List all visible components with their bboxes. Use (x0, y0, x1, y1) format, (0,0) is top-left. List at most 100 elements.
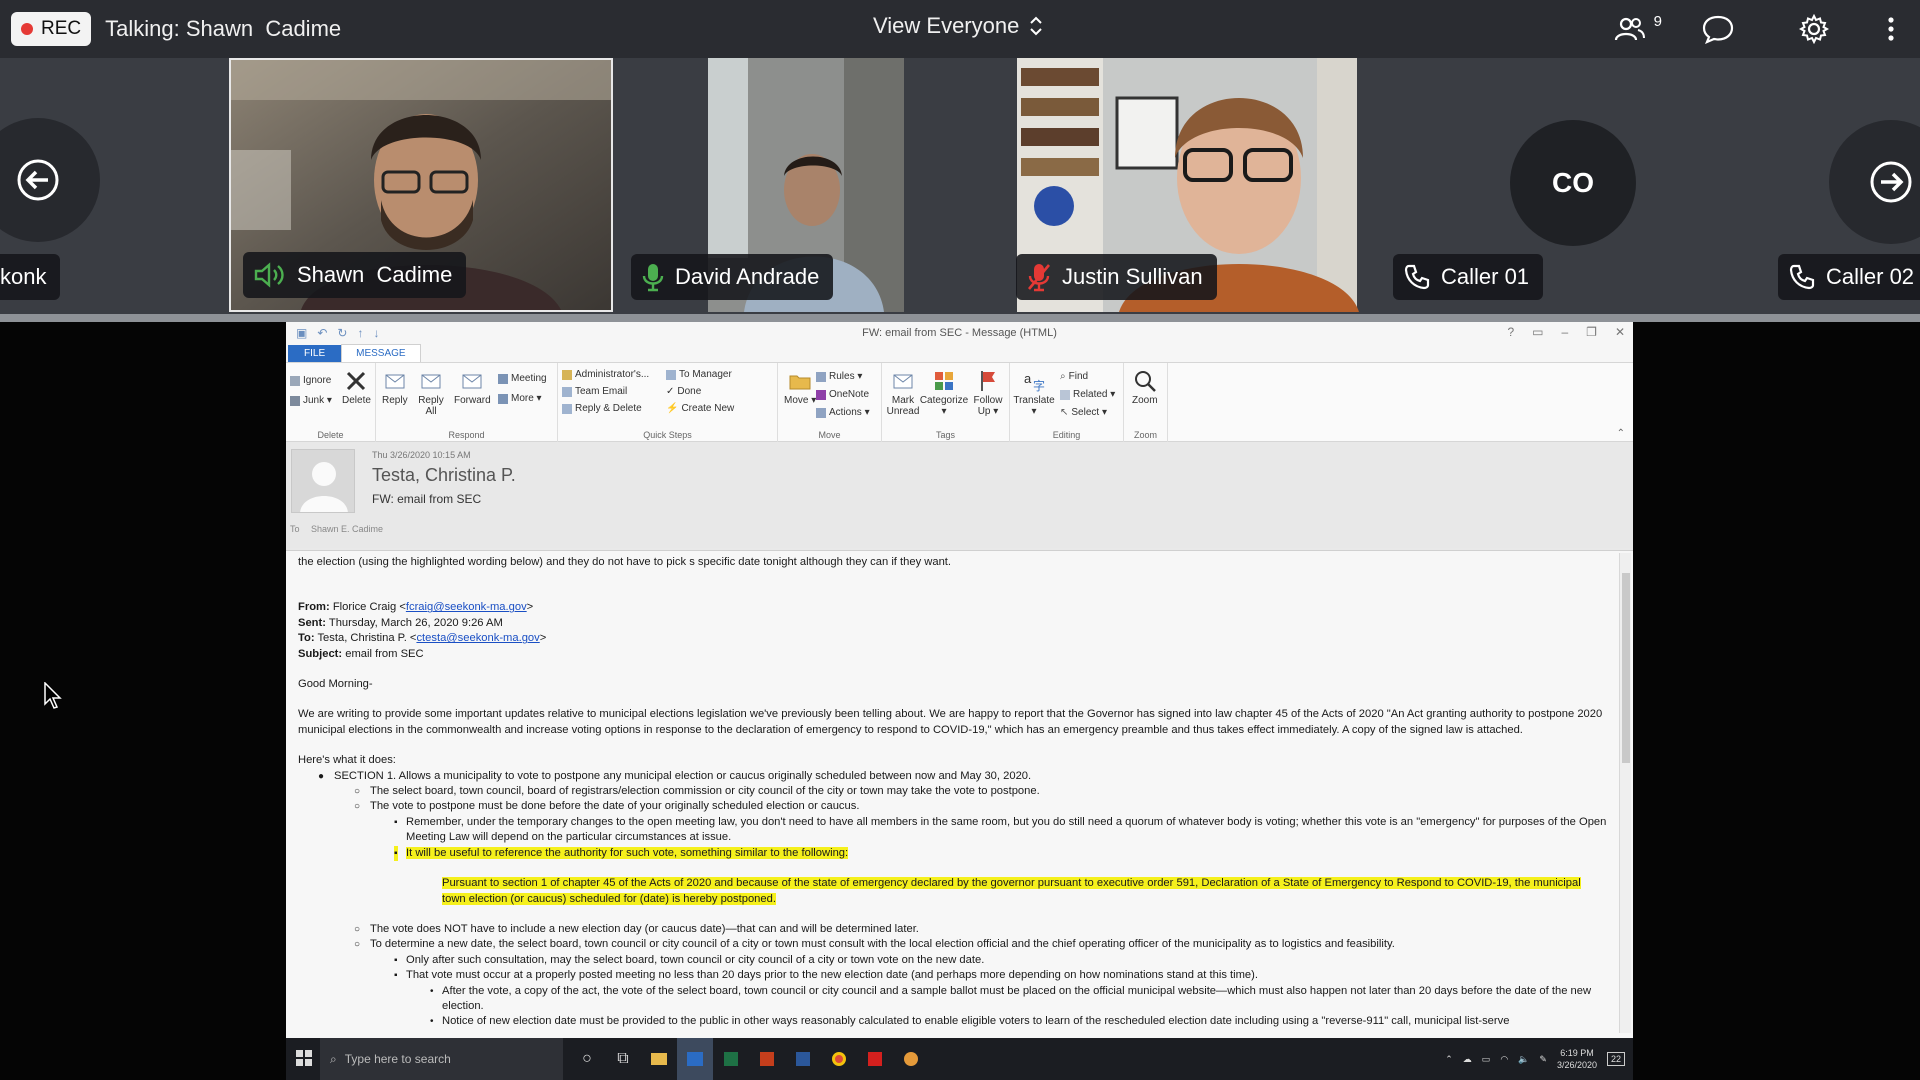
email-link[interactable]: ctesta@seekonk-ma.gov (416, 632, 539, 644)
pen-icon[interactable]: ✎ (1539, 1054, 1547, 1065)
list-item: ○ The select board, town council, board o… (354, 785, 1040, 798)
flag-icon (981, 371, 995, 391)
meeting-window: REC Talking: Shawn Cadime View Everyone … (0, 0, 1920, 1080)
zoom-button[interactable]: Zoom (1132, 369, 1158, 406)
window-controls: ? ▭ – ❐ ✕ (1507, 325, 1625, 339)
close-icon[interactable]: ✕ (1615, 325, 1625, 339)
participant-tile-david[interactable]: David Andrade (614, 58, 998, 312)
participant-tile-partial[interactable]: konk (0, 58, 228, 312)
message-scrollbar[interactable] (1619, 553, 1631, 1033)
task-view-icon[interactable]: ⧉ (605, 1038, 641, 1080)
categorize-button[interactable]: Categorize ▾ (920, 369, 968, 417)
tray-chevron-icon[interactable]: ⌃ (1445, 1054, 1453, 1065)
sender-name[interactable]: Testa, Christina P. (372, 465, 516, 486)
list-item: ○ The vote does NOT have to include a new… (354, 922, 919, 935)
list-item: ● SECTION 1. Allows a municipality to vot… (318, 769, 1032, 782)
related-button[interactable]: Related ▾ (1060, 389, 1115, 400)
select-button[interactable]: ↖ Select ▾ (1060, 407, 1107, 418)
junk-button[interactable]: Junk ▾ (290, 395, 332, 406)
message-text[interactable]: the election (using the highlighted word… (298, 555, 1608, 1030)
quickstep-create-new[interactable]: ⚡ Create New (666, 403, 734, 414)
fw-sent-line: Sent: Thursday, March 26, 2020 9:26 AM (298, 616, 503, 629)
list-item: ▪ Remember, under the temporary changes t… (394, 815, 1607, 844)
scrollbar-thumb[interactable] (1622, 573, 1630, 763)
recipient-name[interactable]: Shawn E. Cadime (311, 524, 383, 534)
meeting-button[interactable]: Meeting (498, 373, 547, 384)
list-item: ▪ That vote must occur at a properly post… (394, 969, 1258, 982)
next-page-button[interactable] (1829, 120, 1920, 244)
greeting: Good Morning- (298, 678, 373, 691)
message-body: the election (using the highlighted word… (286, 550, 1633, 1038)
participant-tile-caller01[interactable]: CO Caller 01 (1384, 58, 1768, 312)
tab-message[interactable]: MESSAGE (341, 344, 421, 362)
email-link[interactable]: fcraig@seekonk-ma.gov (406, 601, 527, 613)
quickstep-to-manager[interactable]: To Manager (666, 369, 732, 380)
tab-file[interactable]: FILE (288, 345, 342, 362)
cortana-icon[interactable]: ○ (569, 1038, 605, 1080)
participant-tile-justin[interactable]: Justin Sullivan (999, 58, 1383, 312)
arrow-left-icon (17, 159, 59, 201)
view-selector[interactable]: View Everyone (873, 13, 1043, 39)
restore-icon[interactable]: ❐ (1586, 325, 1597, 339)
follow-up-button[interactable]: Follow Up ▾ (972, 369, 1004, 417)
chrome-app-icon[interactable] (821, 1038, 857, 1080)
quickstep-done[interactable]: ✓ Done (666, 386, 701, 397)
forward-button[interactable]: Forward (454, 369, 491, 406)
quickstep-administrators[interactable]: Administrator's... (562, 369, 649, 380)
windows-start-icon[interactable] (296, 1050, 312, 1071)
word-app-icon[interactable] (785, 1038, 821, 1080)
system-tray: ⌃ ☁ ▭ ◠ 🔈 ✎ 6:19 PM 3/26/2020 22 (1445, 1038, 1633, 1080)
ribbon-group-tags: Mark Unread Categorize ▾ Follow Up ▾ Tag… (882, 363, 1010, 443)
rec-label: REC (41, 18, 82, 39)
fw-from-line: From: Florice Craig <fcraig@seekonk-ma.g… (298, 601, 534, 614)
participant-name-tag: Shawn Cadime (243, 252, 467, 298)
reply-all-icon (421, 374, 441, 389)
file-explorer-icon[interactable] (641, 1038, 677, 1080)
move-button[interactable]: Move ▾ (784, 369, 816, 406)
ignore-button[interactable]: Ignore (290, 375, 331, 386)
notification-icon[interactable]: 22 (1606, 1052, 1625, 1066)
chat-button[interactable] (1670, 0, 1766, 58)
list-item: ○ The vote to postpone must be done befor… (354, 800, 860, 813)
actions-button[interactable]: Actions ▾ (816, 407, 870, 418)
minimize-icon[interactable]: – (1561, 325, 1568, 339)
reply-all-button[interactable]: Reply All (416, 369, 446, 417)
cloud-icon[interactable]: ☁ (1463, 1054, 1472, 1065)
collapse-ribbon-icon[interactable]: ⌃ (1617, 428, 1625, 439)
translate-button[interactable]: a字 Translate ▾ (1013, 369, 1054, 417)
powerpoint-app-icon[interactable] (749, 1038, 785, 1080)
participants-button[interactable]: 9 (1590, 0, 1670, 58)
svg-text:字: 字 (1033, 378, 1045, 393)
participant-tile-shawn[interactable]: Shawn Cadime (229, 58, 613, 312)
participant-count: 9 (1653, 13, 1662, 30)
volume-icon[interactable]: 🔈 (1518, 1054, 1529, 1065)
phone-icon (1404, 264, 1430, 290)
more-options-button[interactable] (1862, 0, 1920, 58)
message-subject: FW: email from SEC (372, 492, 482, 506)
more-respond-button[interactable]: More ▾ (498, 393, 542, 404)
reply-button[interactable]: Reply (382, 369, 408, 406)
prev-page-button[interactable] (0, 118, 100, 242)
quickstep-team-email[interactable]: Team Email (562, 386, 627, 397)
battery-icon[interactable]: ▭ (1482, 1054, 1491, 1065)
wifi-icon[interactable]: ◠ (1500, 1054, 1508, 1065)
mark-unread-button[interactable]: Mark Unread (887, 369, 919, 417)
onenote-button[interactable]: OneNote (816, 389, 869, 400)
acrobat-app-icon[interactable] (857, 1038, 893, 1080)
recording-badge[interactable]: REC (11, 12, 92, 46)
settings-button[interactable] (1766, 0, 1862, 58)
taskbar-clock[interactable]: 6:19 PM 3/26/2020 (1557, 1047, 1597, 1071)
delete-button[interactable]: Delete (342, 369, 371, 406)
excel-app-icon[interactable] (713, 1038, 749, 1080)
help-icon[interactable]: ? (1507, 325, 1514, 339)
participant-tile-caller02[interactable]: Caller 02 (1769, 58, 1920, 312)
app-icon[interactable] (893, 1038, 929, 1080)
outlook-app-icon[interactable] (677, 1038, 713, 1080)
quickstep-reply-delete[interactable]: Reply & Delete (562, 403, 642, 414)
find-button[interactable]: ⌕ Find (1060, 371, 1088, 382)
taskbar-search[interactable]: ⌕ Type here to search (320, 1038, 563, 1080)
strip-resize-handle[interactable] (0, 314, 1920, 322)
ribbon-display-icon[interactable]: ▭ (1532, 325, 1543, 339)
rules-button[interactable]: Rules ▾ (816, 371, 862, 382)
message-header: Thu 3/26/2020 10:15 AM Testa, Christina … (286, 442, 1633, 548)
